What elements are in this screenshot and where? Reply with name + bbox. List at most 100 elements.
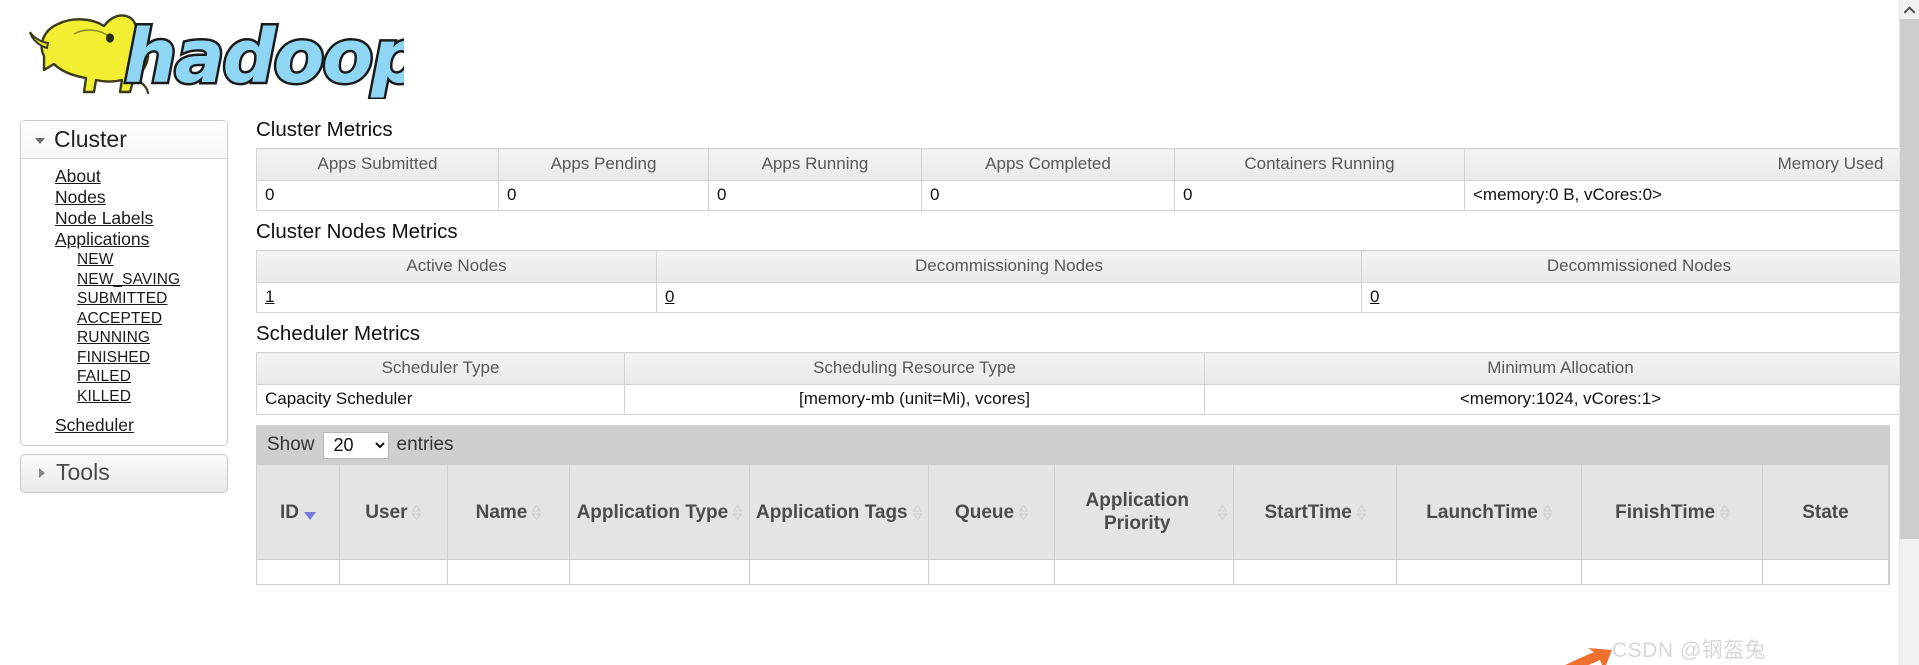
col-launchtime[interactable]: LaunchTime [1396,465,1583,560]
sort-both-icon [912,504,922,520]
sidebar-cluster-header[interactable]: Cluster [21,121,227,160]
show-label: Show [267,434,315,455]
cell-launchtime [1396,559,1583,585]
col-queue-label: Queue [954,501,1015,523]
cell-application-priority [1054,559,1235,585]
col-finishtime-label: FinishTime [1615,501,1716,523]
active-nodes-link[interactable]: 1 [265,287,274,306]
table-header-row: ID User Name Application Type Applicatio… [257,465,1889,560]
sort-both-icon [733,504,743,520]
hadoop-logo: hadoop [14,4,404,99]
cell-name [447,559,571,585]
col-starttime-label: StartTime [1264,501,1352,523]
table-header-row: Active Nodes Decommissioning Nodes Decom… [256,250,1900,283]
decommissioning-nodes-link[interactable]: 0 [665,287,674,306]
col-queue[interactable]: Queue [928,465,1056,560]
col-application-priority-label: Application Priority [1085,490,1189,534]
col-active-nodes: Active Nodes [256,250,657,283]
sidebar-item-nodes[interactable]: Nodes [21,187,227,208]
col-application-type[interactable]: Application Type [569,465,750,560]
chevron-right-icon [39,467,45,478]
table-row [257,559,1889,585]
table-header-row: Scheduler Type Scheduling Resource Type … [256,352,1900,385]
col-apps-pending: Apps Pending [498,148,709,181]
sidebar-tools-panel[interactable]: Tools [20,454,228,494]
datatable-length-control: Show 20 40 60 80 100 entries [257,426,1889,465]
col-application-tags[interactable]: Application Tags [749,465,930,560]
sidebar-item-new[interactable]: NEW [21,250,227,270]
cell-queue [928,559,1056,585]
col-id-label: ID [279,501,299,523]
sidebar-item-finished[interactable]: FINISHED [21,348,227,368]
col-containers-running: Containers Running [1174,148,1465,181]
table-row: 0 0 0 0 0 <memory:0 B, vCores:0> [256,180,1900,211]
sidebar-cluster-title: Cluster [54,126,127,152]
col-state[interactable]: State [1762,465,1889,560]
sidebar-tools-title: Tools [56,459,110,486]
col-starttime[interactable]: StartTime [1233,465,1397,560]
sidebar-item-killed[interactable]: KILLED [21,387,227,407]
chevron-down-icon [35,137,45,144]
sort-both-icon [1218,504,1228,520]
sidebar-item-accepted[interactable]: ACCEPTED [21,309,227,329]
col-finishtime[interactable]: FinishTime [1581,465,1763,560]
col-apps-running: Apps Running [708,148,922,181]
svg-text:hadoop: hadoop [124,14,404,99]
cluster-metrics-title: Cluster Metrics [256,118,393,141]
sidebar-cluster-links: About Nodes Node Labels Applications NEW… [21,159,227,445]
entries-select[interactable]: 20 40 60 80 100 [322,431,389,459]
cluster-nodes-metrics-table: Active Nodes Decommissioning Nodes Decom… [256,250,1900,313]
col-decommissioning-nodes: Decommissioning Nodes [656,250,1362,283]
sidebar-item-node-labels[interactable]: Node Labels [21,208,227,229]
val-apps-pending: 0 [498,180,709,211]
vertical-scrollbar[interactable] [1899,0,1919,665]
decommissioned-nodes-link[interactable]: 0 [1370,287,1379,306]
cell-state [1762,559,1889,585]
sort-both-icon [1720,504,1730,520]
sidebar-item-submitted[interactable]: SUBMITTED [21,289,227,309]
col-scheduler-type: Scheduler Type [256,352,625,385]
scheduler-metrics-table: Scheduler Type Scheduling Resource Type … [256,352,1900,415]
cell-finishtime [1581,559,1763,585]
col-minimum-allocation: Minimum Allocation [1204,352,1900,385]
sort-both-icon [412,504,422,520]
sidebar-item-scheduler[interactable]: Scheduler [21,415,227,436]
cell-decommissioned-nodes: 0 [1361,282,1900,313]
cluster-metrics-table: Apps Submitted Apps Pending Apps Running… [256,148,1900,211]
sidebar-item-new-saving[interactable]: NEW_SAVING [21,270,227,290]
sidebar-item-about[interactable]: About [21,166,227,187]
hadoop-wordmark: hadoop [122,12,405,100]
col-application-type-label: Application Type [576,501,729,523]
sidebar-item-failed[interactable]: FAILED [21,367,227,387]
col-user[interactable]: User [339,465,448,560]
table-row: Capacity Scheduler [memory-mb (unit=Mi),… [256,384,1900,415]
sidebar-item-running[interactable]: RUNNING [21,328,227,348]
col-application-priority[interactable]: Application Priority [1054,465,1235,560]
scroll-up-button[interactable] [1900,0,1919,19]
sidebar-cluster-panel: Cluster About Nodes Node Labels Applicat… [20,120,228,447]
cell-active-nodes: 1 [256,282,657,313]
scrollbar-thumb[interactable] [1900,19,1919,539]
cluster-metrics-clip: Apps Submitted Apps Pending Apps Running… [256,148,1900,211]
cell-application-type [569,559,750,585]
col-memory-used: Memory Used [1464,148,1900,181]
sort-both-icon [532,504,542,520]
applications-datatable: Show 20 40 60 80 100 entries [256,425,1890,585]
col-user-label: User [365,501,408,523]
col-name[interactable]: Name [447,465,571,560]
sidebar-item-applications[interactable]: Applications [21,229,227,250]
scheduler-metrics-clip: Scheduler Type Scheduling Resource Type … [256,352,1900,415]
entries-label: entries [396,434,454,455]
sort-desc-icon [303,511,316,520]
main-content: Cluster Metrics Apps Submitted Apps Pend… [256,118,1900,665]
cell-user [339,559,448,585]
col-id[interactable]: ID [257,465,340,560]
sort-both-icon [1019,504,1029,520]
col-apps-completed: Apps Completed [921,148,1175,181]
col-state-label: State [1802,501,1849,523]
cell-decommissioning-nodes: 0 [656,282,1362,313]
page-viewport: hadoop Cluster About Nodes Node Labels A… [0,0,1900,665]
val-apps-submitted: 0 [256,180,499,211]
col-apps-submitted: Apps Submitted [256,148,499,181]
val-minimum-allocation: <memory:1024, vCores:1> [1204,384,1900,415]
